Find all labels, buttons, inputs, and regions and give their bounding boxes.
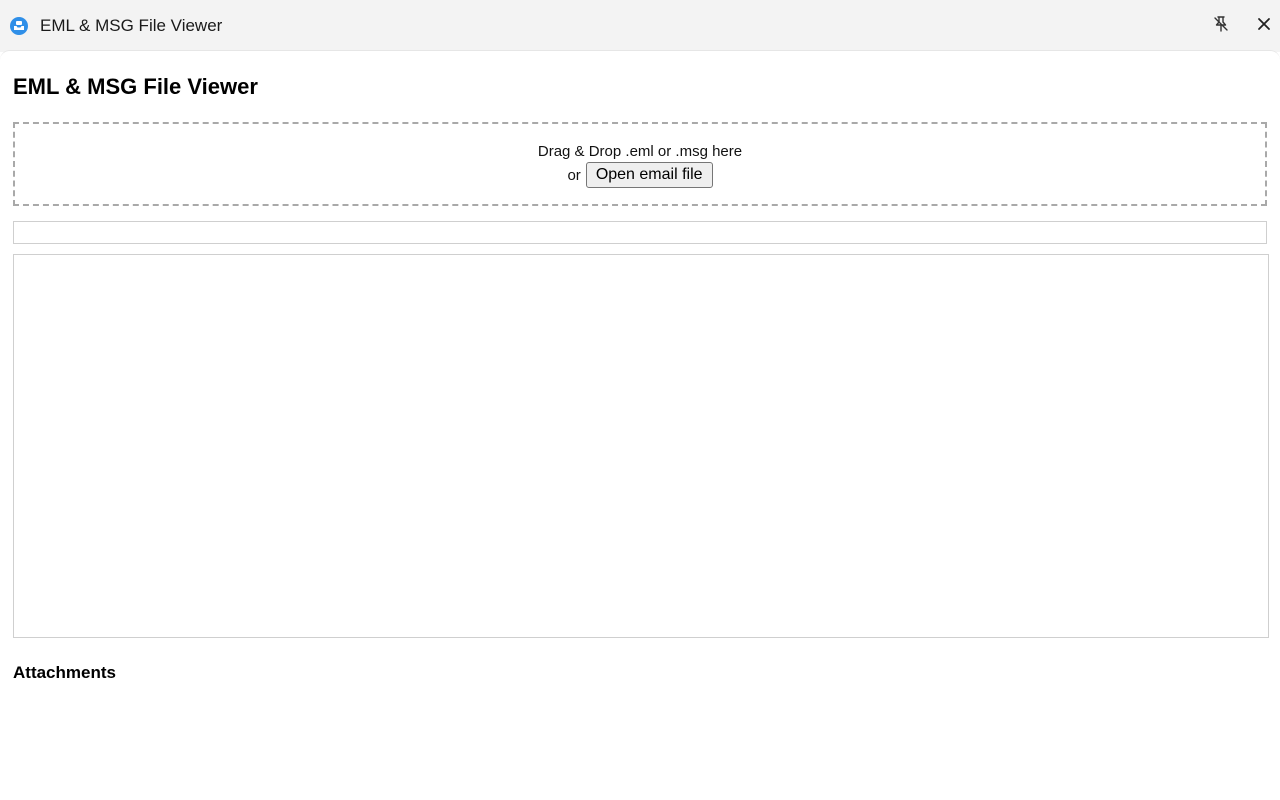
unpin-icon xyxy=(1212,15,1230,38)
unpin-button[interactable] xyxy=(1207,12,1235,40)
mail-app-icon xyxy=(9,16,29,36)
open-email-file-button[interactable]: Open email file xyxy=(585,162,713,188)
content-panel: EML & MSG File Viewer Drag & Drop .eml o… xyxy=(0,50,1280,800)
window-title: EML & MSG File Viewer xyxy=(40,16,223,35)
close-button[interactable] xyxy=(1250,12,1278,40)
page-title: EML & MSG File Viewer xyxy=(13,74,258,99)
drop-zone[interactable]: Drag & Drop .eml or .msg here or Open em… xyxy=(13,122,1267,206)
close-icon xyxy=(1256,16,1272,37)
message-body-panel[interactable] xyxy=(13,254,1269,638)
attachments-heading: Attachments xyxy=(13,663,116,682)
email-headers-field xyxy=(13,221,1267,244)
open-file-row: or Open email file xyxy=(15,162,1265,188)
drop-instruction: Drag & Drop .eml or .msg here xyxy=(537,143,743,160)
or-label: or xyxy=(567,166,581,184)
title-bar: EML & MSG File Viewer xyxy=(0,0,1280,52)
